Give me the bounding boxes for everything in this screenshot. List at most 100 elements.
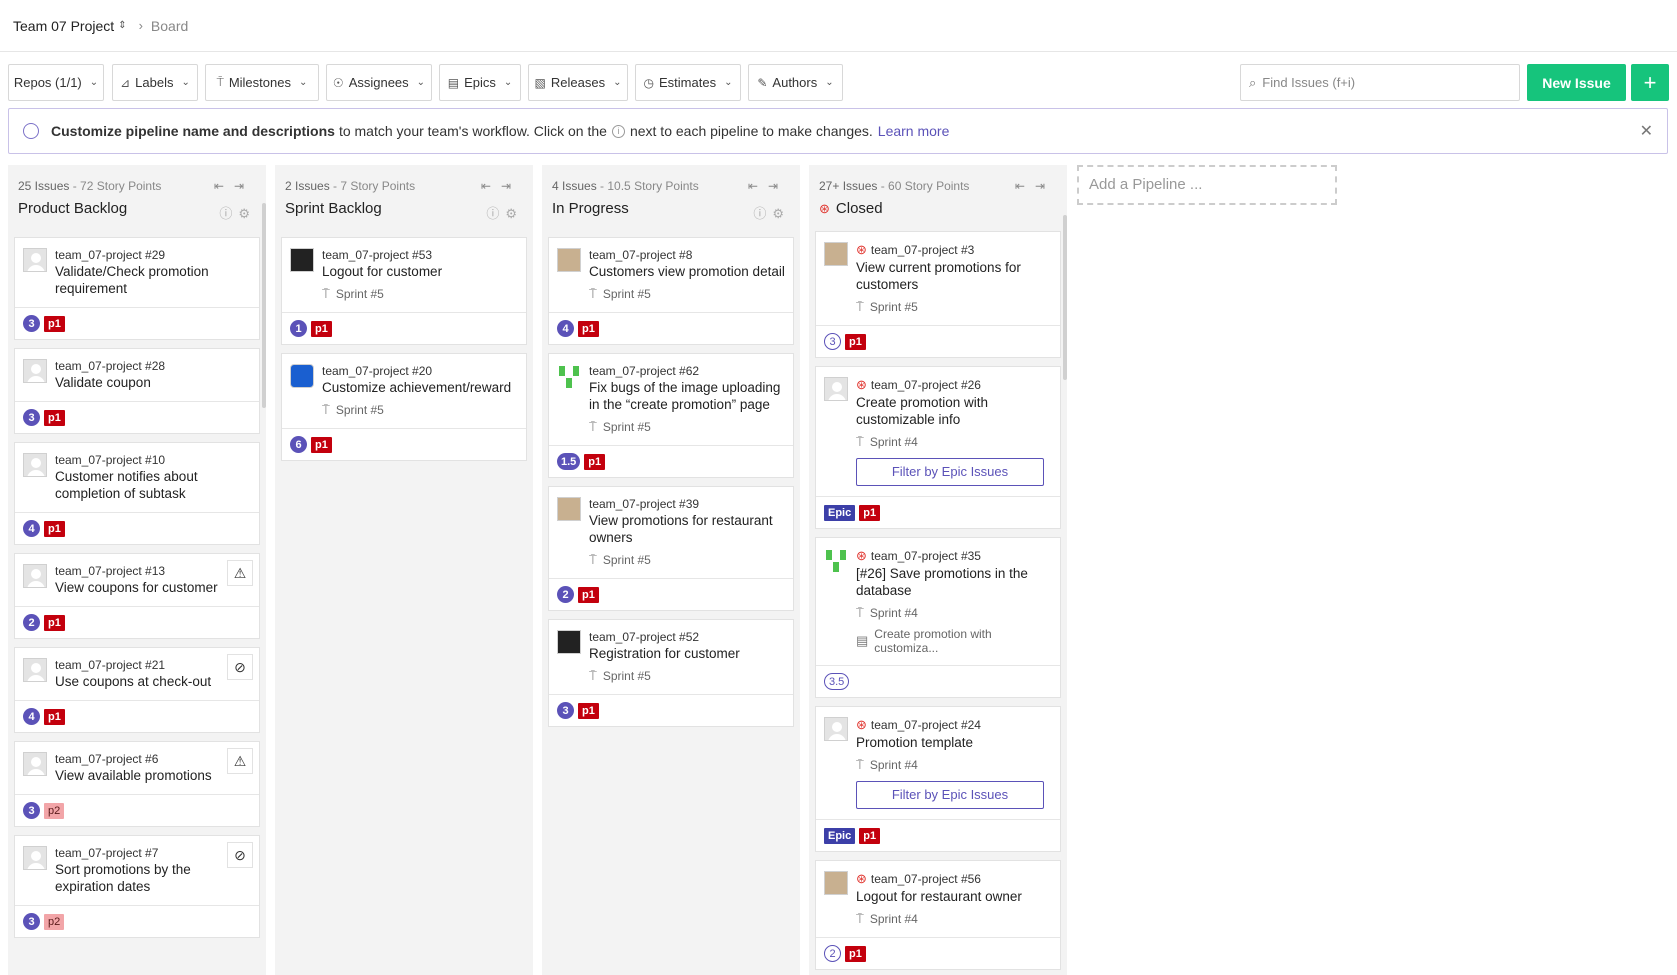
issue-repo: team_07-project #28 bbox=[55, 359, 166, 373]
estimate-badge: 4 bbox=[23, 520, 40, 537]
issue-card[interactable]: team_07-project #39 View promotions for r… bbox=[548, 486, 794, 611]
pipeline-in-progress: 4 Issues - 10.5 Story Points In Progress… bbox=[542, 165, 800, 975]
close-icon[interactable]: ✕ bbox=[1640, 121, 1653, 141]
project-selector[interactable]: Team 07 Project bbox=[13, 18, 114, 34]
repos-filter-button[interactable]: Repos (1/1) ⌄ bbox=[8, 64, 104, 101]
filter-label: Releases bbox=[550, 75, 606, 90]
breadcrumb[interactable]: Board bbox=[151, 18, 188, 34]
label-badge: p1 bbox=[311, 436, 332, 453]
issue-card[interactable]: team_07-project #28 Validate coupon 3 p1 bbox=[14, 348, 260, 434]
chevron-updown-icon[interactable]: ⇕ bbox=[118, 20, 126, 31]
scrollbar[interactable] bbox=[1063, 215, 1067, 380]
collapse-icons[interactable]: ⇤⇥ bbox=[214, 179, 254, 193]
issue-title: View available promotions bbox=[55, 768, 212, 783]
issue-count: 27+ Issues bbox=[819, 179, 878, 193]
pipeline-header: 2 Issues - 7 Story Points Sprint Backlog… bbox=[275, 165, 533, 237]
issue-repo: team_07-project #8 bbox=[589, 248, 693, 262]
pipeline-sprint-backlog: 2 Issues - 7 Story Points Sprint Backlog… bbox=[275, 165, 533, 975]
collapse-icons[interactable]: ⇤⇥ bbox=[748, 179, 788, 193]
estimate-badge: 1.5 bbox=[557, 453, 581, 470]
issue-card[interactable]: ⊘ team_07-project #21 Use coupons at check… bbox=[14, 647, 260, 733]
chevron-down-icon: ⌄ bbox=[613, 77, 622, 88]
settings-icons[interactable]: ⓘ⚙ bbox=[486, 203, 523, 222]
milestones-filter-button[interactable]: ⍑ Milestones ⌄ bbox=[205, 64, 319, 101]
issue-repo: team_07-project #29 bbox=[55, 248, 166, 262]
milestone-icon: ⍑ bbox=[322, 402, 330, 417]
sprint-label: Sprint #5 bbox=[602, 553, 651, 567]
label-badge: p1 bbox=[44, 520, 65, 537]
milestone-icon: ⍑ bbox=[589, 419, 597, 434]
issue-title: Use coupons at check-out bbox=[55, 674, 212, 689]
issue-card[interactable]: team_07-project #53 Logout for customer ⍑ S… bbox=[281, 237, 527, 345]
issue-card[interactable]: ⚠ team_07-project #6 View available promot… bbox=[14, 741, 260, 827]
scrollbar[interactable] bbox=[262, 203, 266, 408]
issue-card[interactable]: team_07-project #52 Registration for cust… bbox=[548, 619, 794, 727]
assignees-filter-button[interactable]: ☉ Assignees ⌄ bbox=[326, 64, 432, 101]
estimates-filter-button[interactable]: ◷ Estimates ⌄ bbox=[635, 64, 741, 101]
releases-filter-button[interactable]: ▧ Releases ⌄ bbox=[528, 64, 628, 101]
add-pipeline-button[interactable]: Add a Pipeline ... bbox=[1077, 165, 1337, 205]
issue-card[interactable]: team_07-project #8 Customers view promoti… bbox=[548, 237, 794, 345]
collapse-icons[interactable]: ⇤⇥ bbox=[481, 179, 521, 193]
issue-title: Fix bugs of the image uploading in the “… bbox=[589, 380, 781, 412]
chevron-right-icon: › bbox=[138, 18, 143, 33]
milestone-icon: ⍑ bbox=[589, 552, 597, 567]
milestone-icon: ⍑ bbox=[322, 286, 330, 301]
avatar bbox=[23, 752, 47, 776]
issue-title: Logout for customer bbox=[322, 264, 443, 279]
issue-card[interactable]: ⊛ team_07-project #35 [#26] Save promotion… bbox=[815, 537, 1061, 698]
pipeline-header: 4 Issues - 10.5 Story Points In Progress… bbox=[542, 165, 800, 237]
issue-title: Create promotion with customizable info bbox=[856, 395, 989, 427]
issue-repo: team_07-project #39 bbox=[589, 497, 700, 511]
info-icon: i bbox=[611, 124, 625, 138]
issue-card[interactable]: ⊛ team_07-project #56 Logout for restauran… bbox=[815, 860, 1061, 970]
issue-card[interactable]: team_07-project #20 Customize achievement… bbox=[281, 353, 527, 461]
issue-card[interactable]: team_07-project #62 Fix bugs of the image… bbox=[548, 353, 794, 478]
label-badge: p1 bbox=[44, 409, 65, 426]
issue-card[interactable]: ⊛ team_07-project #3 View current promotio… bbox=[815, 231, 1061, 358]
issue-card[interactable]: ⊛ team_07-project #26 Create promotion wit… bbox=[815, 366, 1061, 529]
avatar bbox=[557, 248, 581, 272]
settings-icons[interactable]: ⓘ⚙ bbox=[753, 203, 790, 222]
add-button[interactable]: + bbox=[1631, 64, 1669, 101]
issue-card[interactable]: ⊛ team_07-project #24 Promotion template ⍑ S… bbox=[815, 706, 1061, 852]
search-input[interactable] bbox=[1262, 75, 1503, 90]
avatar bbox=[23, 359, 47, 383]
issue-card[interactable]: team_07-project #29 Validate/Check promot… bbox=[14, 237, 260, 340]
issue-card[interactable]: team_07-project #10 Customer notifies abo… bbox=[14, 442, 260, 545]
epics-filter-button[interactable]: ▤ Epics ⌄ bbox=[439, 64, 521, 101]
milestone-icon: ⍑ bbox=[856, 434, 864, 449]
issue-title: Sort promotions by the expiration dates bbox=[55, 862, 191, 894]
estimate-badge: 2 bbox=[824, 945, 841, 962]
label-badge: p2 bbox=[44, 913, 65, 930]
chevron-down-icon: ⌄ bbox=[298, 77, 308, 88]
labels-filter-button[interactable]: ⊿ Labels ⌄ bbox=[112, 64, 198, 101]
issue-card[interactable]: ⚠ team_07-project #13 View coupons for cus… bbox=[14, 553, 260, 639]
issue-repo: team_07-project #24 bbox=[870, 718, 981, 732]
closed-icon: ⊛ bbox=[856, 871, 867, 886]
collapse-icons[interactable]: ⇤⇥ bbox=[1015, 179, 1055, 193]
settings-icons[interactable]: ⓘ⚙ bbox=[219, 203, 256, 222]
label-badge: p1 bbox=[845, 333, 866, 350]
search-box[interactable]: ⌕ bbox=[1240, 64, 1520, 101]
new-issue-button[interactable]: New Issue bbox=[1527, 64, 1626, 101]
authors-filter-button[interactable]: ✎ Authors ⌄ bbox=[748, 64, 843, 101]
signpost-icon: ⍑ bbox=[216, 75, 224, 89]
parent-epic[interactable]: Create promotion with customiza... bbox=[874, 627, 1052, 655]
estimate-badge: 3 bbox=[557, 702, 574, 719]
issue-count: 4 Issues bbox=[552, 179, 597, 193]
epic-icon: ▤ bbox=[856, 633, 869, 648]
estimate-icon: ◷ bbox=[643, 75, 654, 90]
top-bar: Team 07 Project ⇕ › Board bbox=[0, 0, 1677, 52]
issue-card[interactable]: ⊘ team_07-project #7 Sort promotions by th… bbox=[14, 835, 260, 938]
sprint-label: Sprint #5 bbox=[335, 287, 384, 301]
banner-text: to match your team's workflow. Click on … bbox=[338, 123, 607, 139]
filter-epic-button[interactable]: Filter by Epic Issues bbox=[856, 458, 1044, 486]
issue-title: View coupons for customer bbox=[55, 580, 218, 595]
milestone-icon: ⍑ bbox=[589, 668, 597, 683]
learn-more-link[interactable]: Learn more bbox=[878, 123, 950, 139]
filter-epic-button[interactable]: Filter by Epic Issues bbox=[856, 781, 1044, 809]
issue-title: Validate/Check promotion requirement bbox=[55, 264, 209, 296]
chevron-down-icon: ⌄ bbox=[503, 77, 513, 88]
banner-bold-text: Customize pipeline name and descriptions bbox=[51, 123, 335, 139]
